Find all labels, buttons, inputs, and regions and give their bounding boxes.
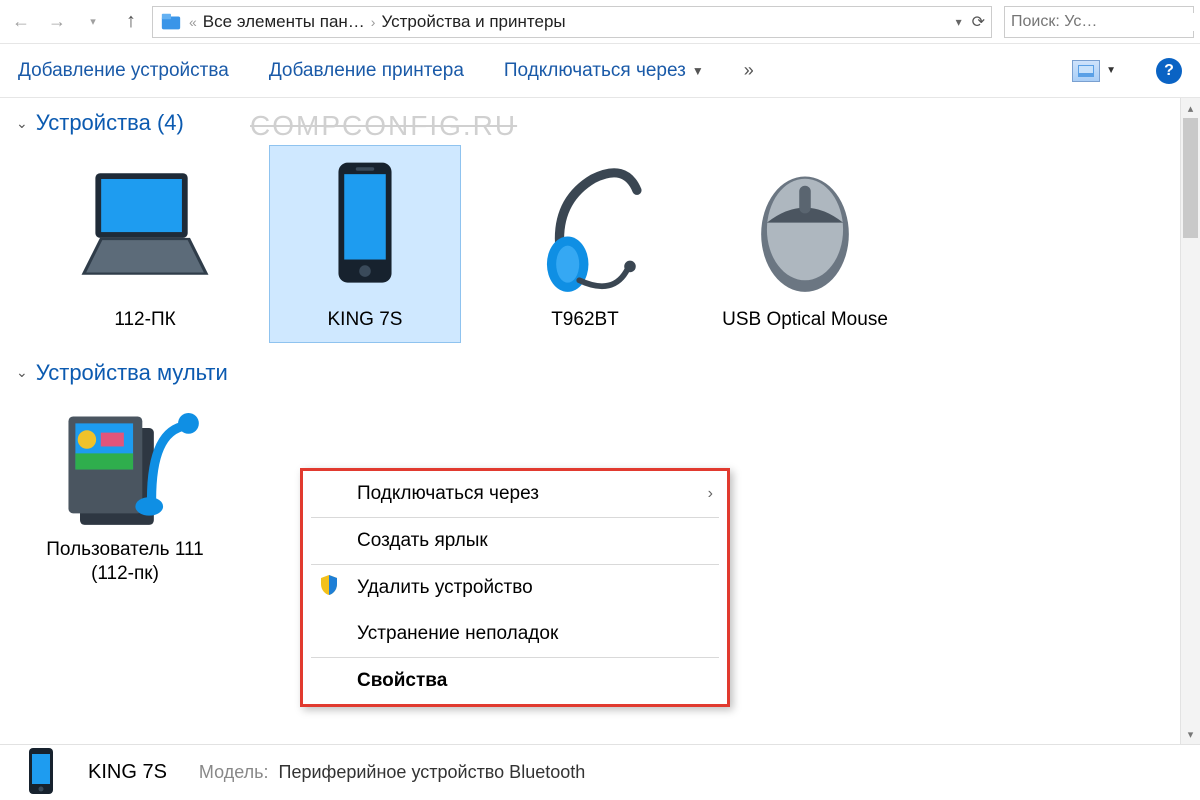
vertical-scrollbar[interactable]: ▴ ▾ [1180,98,1200,744]
ctx-troubleshoot[interactable]: Устранение неполадок [303,611,727,657]
ctx-remove-device[interactable]: Удалить устройство [303,565,727,611]
ctx-connect-via-label: Подключаться через [357,483,539,505]
context-menu: Подключаться через › Создать ярлык Удали… [300,468,730,707]
breadcrumb-chevron-left-icon: « [189,14,197,30]
group-multimedia-header[interactable]: ⌄ Устройства мульти [0,348,1200,390]
ctx-create-shortcut[interactable]: Создать ярлык [303,518,727,564]
scroll-thumb[interactable] [1183,118,1198,238]
chevron-down-icon: ▼ [692,64,704,78]
address-bar: ← → ▾ ↑ « Все элементы пан… › Устройства… [0,0,1200,44]
device-item-laptop[interactable]: 112-ПК [50,146,240,342]
mediabox-icon [50,402,200,532]
nav-up-button[interactable]: ↑ [116,7,146,37]
view-mode-button[interactable] [1072,60,1100,82]
device-item-headset[interactable]: T962BT [490,146,680,342]
nav-recent-button[interactable]: ▾ [78,7,108,37]
device-item-phone[interactable]: KING 7S [270,146,460,342]
ctx-connect-via[interactable]: Подключаться через › [303,471,727,517]
add-device-label: Добавление устройства [18,60,229,82]
group-multimedia-title: Устройства мульти [36,360,228,386]
search-input[interactable] [1011,13,1200,31]
device-item-mouse[interactable]: USB Optical Mouse [710,146,900,342]
device-label: T962BT [551,308,619,332]
connect-via-label: Подключаться через [504,60,686,82]
scroll-up-button[interactable]: ▴ [1188,98,1194,118]
refresh-button[interactable]: ⟳ [972,12,985,32]
chevron-right-icon: › [371,14,376,30]
watermark: COMPCONFIG.RU [250,110,517,142]
details-phone-icon [16,750,66,796]
ctx-properties-label: Свойства [357,670,447,692]
control-panel-icon [159,10,183,34]
content-area: COMPCONFIG.RU ⌄ Устройства (4) 112-ПК [0,98,1200,744]
device-label: 112-ПК [114,308,175,332]
toolbar-overflow-button[interactable]: » [744,60,754,81]
device-label: USB Optical Mouse [722,308,888,332]
breadcrumb[interactable]: « Все элементы пан… › Устройства и принт… [152,6,992,38]
nav-arrows: ← → ▾ [6,7,108,37]
ctx-troubleshoot-label: Устранение неполадок [357,623,558,645]
add-printer-button[interactable]: Добавление принтера [269,60,464,82]
details-device-name: KING 7S [88,761,167,784]
ctx-remove-device-label: Удалить устройство [357,577,533,599]
laptop-icon [70,152,220,302]
add-device-button[interactable]: Добавление устройства [18,60,229,82]
headset-icon [510,152,660,302]
chevron-down-icon: ⌄ [16,364,28,381]
nav-forward-button[interactable]: → [42,7,72,37]
nav-back-button[interactable]: ← [6,7,36,37]
chevron-right-icon: › [708,485,713,503]
ctx-create-shortcut-label: Создать ярлык [357,530,488,552]
group-devices-header[interactable]: ⌄ Устройства (4) [0,98,1200,140]
chevron-down-icon: ⌄ [16,115,28,132]
media-device-item[interactable]: Пользователь 111 (112-пк) [40,396,210,596]
help-button[interactable]: ? [1156,58,1182,84]
breadcrumb-dropdown[interactable]: ▾ [956,15,962,29]
breadcrumb-segment-1[interactable]: Все элементы пан… [203,12,365,32]
scroll-track[interactable] [1181,118,1200,724]
details-model-label: Модель: [199,762,269,783]
device-label: KING 7S [328,308,403,332]
mouse-icon [730,152,880,302]
details-model: Модель: Периферийное устройство Bluetoot… [199,762,585,783]
search-box[interactable]: 🔍 [1004,6,1194,38]
scroll-down-button[interactable]: ▾ [1188,724,1194,744]
phone-icon [290,152,440,302]
devices-row: 112-ПК KING 7S [0,140,1200,342]
details-pane: KING 7S Модель: Периферийное устройство … [0,744,1200,800]
add-printer-label: Добавление принтера [269,60,464,82]
ctx-properties[interactable]: Свойства [303,658,727,704]
media-device-label: Пользователь 111 (112-пк) [44,538,206,586]
shield-icon [319,574,339,602]
breadcrumb-segment-2[interactable]: Устройства и принтеры [381,12,565,32]
connect-via-button[interactable]: Подключаться через ▼ [504,60,704,82]
view-mode-dropdown[interactable]: ▼ [1106,65,1116,76]
group-devices-title: Устройства (4) [36,110,184,136]
details-model-value: Периферийное устройство Bluetooth [279,762,586,783]
toolbar: Добавление устройства Добавление принтер… [0,44,1200,98]
